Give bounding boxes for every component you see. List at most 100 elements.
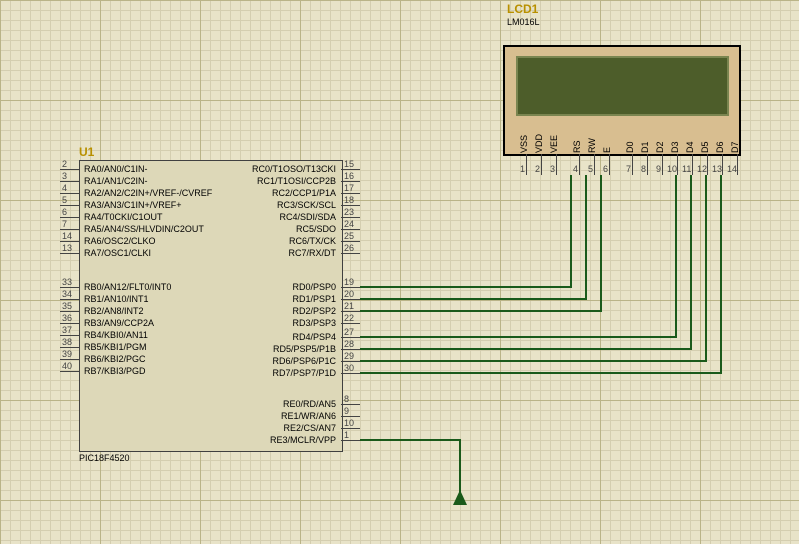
pin-stub (341, 416, 360, 417)
pin-name: RD4/PSP4 (292, 332, 336, 342)
pin-name: RD6/PSP6/P1C (272, 356, 336, 366)
lcd-pin-number: 5 (584, 164, 593, 174)
pin-number: 16 (344, 171, 354, 181)
pin-stub (60, 359, 79, 360)
lcd-pin-name: VEE (549, 135, 559, 153)
pin-stub (60, 169, 79, 170)
pin-stub (60, 253, 79, 254)
lcd-pin-stub (662, 154, 663, 175)
pin-number: 33 (62, 277, 72, 287)
lcd-pin-stub (677, 154, 678, 175)
pin-stub (60, 335, 79, 336)
pin-number: 28 (344, 339, 354, 349)
pin-name: RD3/PSP3 (292, 318, 336, 328)
lcd-pin-number: 2 (531, 164, 540, 174)
pin-name: RC0/T1OSO/T13CKI (252, 164, 336, 174)
chip-ref: U1 (79, 145, 94, 159)
lcd-pin-name: RW (587, 138, 597, 153)
lcd-pin-stub (579, 154, 580, 175)
lcd-pin-number: 14 (727, 164, 736, 174)
lcd-pin-stub (707, 154, 708, 175)
pin-number: 9 (344, 406, 349, 416)
pin-name: RE0/RD/AN5 (283, 399, 336, 409)
pin-stub (341, 169, 360, 170)
lcd-pin-stub (722, 154, 723, 175)
pin-number: 18 (344, 195, 354, 205)
lcd-pin-stub (541, 154, 542, 175)
pin-stub (60, 193, 79, 194)
lcd-pin-name: D6 (715, 141, 725, 153)
pin-name: RA7/OSC1/CLKI (84, 248, 151, 258)
lcd-pin-number: 11 (682, 164, 691, 174)
pin-name: RA6/OSC2/CLKO (84, 236, 156, 246)
pin-name: RC6/TX/CK (289, 236, 336, 246)
pin-stub (341, 337, 360, 338)
lcd-pin-name: D2 (655, 141, 665, 153)
pin-name: RA5/AN4/SS/HLVDIN/C2OUT (84, 224, 204, 234)
lcd-pin-name: D4 (685, 141, 695, 153)
pin-number: 40 (62, 361, 72, 371)
lcd-pin-stub (632, 154, 633, 175)
lcd-pin-name: VDD (534, 134, 544, 153)
pin-stub (341, 193, 360, 194)
pin-name: RA1/AN1/C2IN- (84, 176, 148, 186)
pin-stub (341, 349, 360, 350)
pin-name: RA0/AN0/C1IN- (84, 164, 148, 174)
pin-name: RD2/PSP2 (292, 306, 336, 316)
lcd-pin-name: D5 (700, 141, 710, 153)
lcd-screen (516, 56, 729, 116)
pin-stub (341, 217, 360, 218)
lcd-pin-stub (692, 154, 693, 175)
lcd-pin-number: 12 (697, 164, 706, 174)
lcd-pin-number: 3 (546, 164, 555, 174)
pin-name: RD7/PSP7/P1D (272, 368, 336, 378)
pin-stub (341, 241, 360, 242)
pin-number: 27 (344, 327, 354, 337)
lcd-pin-number: 8 (637, 164, 646, 174)
lcd-pin-name: D1 (640, 141, 650, 153)
pin-stub (60, 241, 79, 242)
pin-number: 6 (62, 207, 67, 217)
pin-stub (60, 299, 79, 300)
pin-name: RB3/AN9/CCP2A (84, 318, 154, 328)
pin-number: 37 (62, 325, 72, 335)
pin-number: 22 (344, 313, 354, 323)
pin-name: RD1/PSP1 (292, 294, 336, 304)
lcd-pin-stub (737, 154, 738, 175)
pin-stub (341, 323, 360, 324)
pin-number: 29 (344, 351, 354, 361)
pin-number: 20 (344, 289, 354, 299)
lcd-ref: LCD1 (507, 2, 538, 16)
lcd-pin-name: RS (572, 140, 582, 153)
pin-stub (60, 229, 79, 230)
pin-number: 4 (62, 183, 67, 193)
pin-name: RA3/AN3/C1IN+/VREF+ (84, 200, 182, 210)
lcd-pin-name: E (602, 147, 612, 153)
lcd-pin-number: 1 (516, 164, 525, 174)
pin-number: 21 (344, 301, 354, 311)
pin-number: 1 (344, 430, 349, 440)
pin-number: 23 (344, 207, 354, 217)
pin-stub (341, 229, 360, 230)
pin-stub (60, 347, 79, 348)
lcd-pin-stub (609, 154, 610, 175)
pin-stub (60, 205, 79, 206)
pin-name: RE3/MCLR/VPP (270, 435, 336, 445)
lcd-pin-number: 10 (667, 164, 676, 174)
pin-number: 36 (62, 313, 72, 323)
pin-name: RC5/SDO (296, 224, 336, 234)
pin-number: 19 (344, 277, 354, 287)
pin-name: RB5/KBI1/PGM (84, 342, 147, 352)
pin-name: RC1/T1OSI/CCP2B (257, 176, 336, 186)
lcd-pin-name: D3 (670, 141, 680, 153)
pin-stub (60, 311, 79, 312)
pin-stub (341, 205, 360, 206)
pin-stub (341, 287, 360, 288)
pin-number: 5 (62, 195, 67, 205)
pin-stub (341, 181, 360, 182)
pin-name: RB7/KBI3/PGD (84, 366, 146, 376)
pin-stub (341, 440, 360, 441)
pin-name: RB4/KBI0/AN11 (84, 330, 148, 340)
pin-stub (60, 287, 79, 288)
pin-name: RB1/AN10/INT1 (84, 294, 149, 304)
